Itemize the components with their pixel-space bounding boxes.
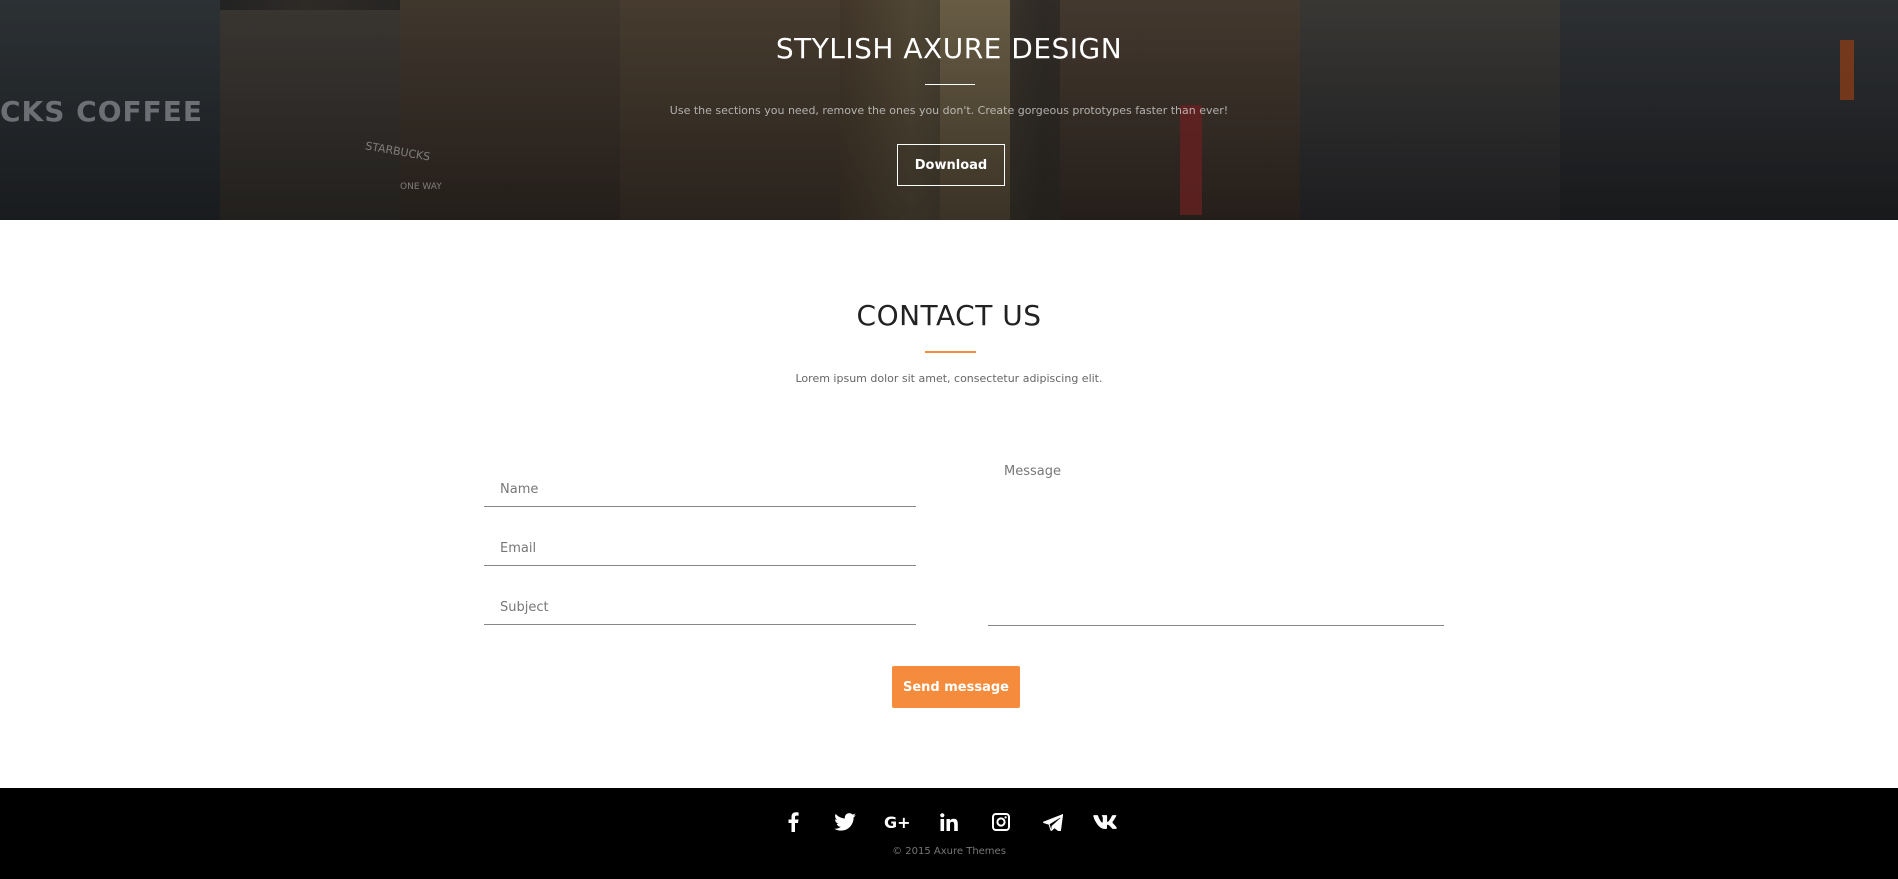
contact-title-divider [925, 351, 976, 353]
vk-icon[interactable] [1079, 811, 1131, 833]
one-way-sign: ONE WAY [400, 182, 442, 192]
hero-title-divider [925, 84, 975, 85]
linkedin-icon[interactable] [923, 811, 975, 833]
facebook-icon[interactable] [767, 811, 819, 833]
hero-subtitle: Use the sections you need, remove the on… [669, 104, 1229, 117]
contact-title: CONTACT US [856, 299, 1042, 332]
subject-field[interactable] [484, 591, 916, 625]
twitter-icon[interactable] [819, 811, 871, 833]
contact-subtitle: Lorem ipsum dolor sit amet, consectetur … [795, 372, 1103, 385]
hero-section: CKS COFFEE STARBUCKS ONE WAY STYLISH AXU… [0, 0, 1898, 220]
google-plus-icon[interactable]: G+ [871, 811, 923, 833]
footer [0, 788, 1898, 879]
download-button[interactable]: Download [897, 144, 1005, 186]
svg-text:G+: G+ [884, 813, 910, 831]
social-links: G+ [0, 811, 1898, 833]
hero-title: STYLISH AXURE DESIGN [775, 32, 1123, 65]
instagram-icon[interactable] [975, 811, 1027, 833]
name-field[interactable] [484, 473, 916, 507]
message-field[interactable] [988, 460, 1444, 626]
send-message-button[interactable]: Send message [892, 666, 1020, 708]
email-field[interactable] [484, 532, 916, 566]
telegram-icon[interactable] [1027, 811, 1079, 833]
copyright-text: © 2015 Axure Themes [892, 846, 1006, 857]
